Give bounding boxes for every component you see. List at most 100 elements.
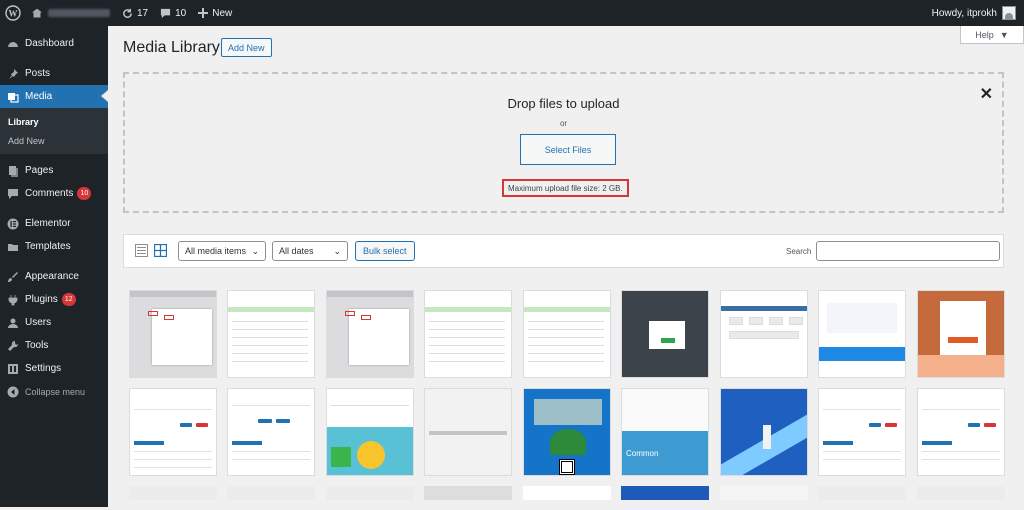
media-thumbnail[interactable] [917,486,1005,500]
menu-comments[interactable]: Comments 10 [0,182,108,205]
menu-tools[interactable]: Tools [0,334,108,357]
media-thumbnail[interactable] [326,290,414,378]
add-new-button[interactable]: Add New [221,38,272,57]
media-thumbnail[interactable] [424,290,512,378]
media-thumbnail[interactable] [129,486,217,500]
menu-label: Posts [25,68,51,79]
menu-users[interactable]: Users [0,311,108,334]
help-tab-button[interactable]: Help ▼ [960,26,1024,44]
admin-bar: W 17 10 New Howdy, itprokh [0,0,1024,26]
menu-label: Users [25,317,52,328]
menu-label: Comments [25,188,74,199]
media-thumbnail[interactable] [818,486,906,500]
menu-label: Appearance [25,271,79,282]
media-thumbnail[interactable] [523,388,611,476]
list-view-icon[interactable] [135,244,148,257]
media-thumbnail[interactable] [326,486,414,500]
upload-dropzone[interactable]: ✕ Drop files to upload or Select Files M… [123,72,1004,213]
menu-dashboard[interactable]: Dashboard [0,32,108,55]
my-account[interactable]: Howdy, itprokh [932,6,1024,20]
media-thumbnail[interactable] [818,388,906,476]
media-thumbnail[interactable] [720,388,808,476]
comment-icon [7,188,19,200]
plugins-badge: 12 [61,293,76,306]
help-label: Help [975,29,994,40]
site-name-blurred [48,9,110,17]
media-thumbnail[interactable] [227,388,315,476]
avatar [1002,6,1016,20]
plus-icon [198,8,209,18]
menu-pages[interactable]: Pages [0,159,108,182]
page-title: Media Library [123,39,220,56]
menu-settings[interactable]: Settings [0,357,108,380]
comments-count: 10 [175,7,187,19]
comment-bubble-icon [161,8,171,18]
menu-label: Dashboard [25,38,74,49]
new-label: New [212,7,233,19]
pin-icon [7,68,19,80]
bulk-select-button[interactable]: Bulk select [355,241,415,261]
menu-elementor[interactable]: Elementor [0,212,108,235]
settings-icon [7,363,19,375]
media-thumbnail[interactable] [720,486,808,500]
menu-posts[interactable]: Posts [0,62,108,85]
grid-view-icon[interactable] [154,244,167,257]
media-thumbnail[interactable] [227,290,315,378]
media-type-filter[interactable]: All media items ⌄ [178,241,266,261]
menu-appearance[interactable]: Appearance [0,265,108,288]
media-thumbnail[interactable] [129,388,217,476]
dashboard-icon [7,38,19,50]
search-input[interactable] [816,241,1000,261]
media-thumbnail[interactable] [621,290,709,378]
media-icon [7,91,19,103]
drop-files-text: Drop files to upload [507,96,620,111]
menu-plugins[interactable]: Plugins 12 [0,288,108,311]
media-thumbnail[interactable] [424,388,512,476]
menu-label: Plugins [25,294,58,305]
media-thumbnail[interactable] [424,486,512,500]
wordpress-logo-icon[interactable]: W [0,0,26,26]
refresh-icon [123,8,132,18]
submenu-add-new[interactable]: Add New [0,131,108,150]
updates-count: 17 [137,7,149,19]
brush-icon [7,271,19,283]
collapse-menu-button[interactable]: Collapse menu [0,380,108,403]
site-name-link[interactable] [26,0,116,26]
updates-link[interactable]: 17 [116,0,154,26]
media-thumbnail[interactable] [720,290,808,378]
media-thumbnail[interactable] [917,388,1005,476]
media-thumbnail[interactable]: Common [621,388,709,476]
comments-link[interactable]: 10 [154,0,192,26]
media-thumbnail[interactable] [523,486,611,500]
media-thumbnail[interactable] [621,486,709,500]
new-content-link[interactable]: New [192,0,238,26]
menu-label: Templates [25,241,71,252]
media-thumbnail[interactable] [129,290,217,378]
select-files-button[interactable]: Select Files [520,134,616,165]
submenu-library[interactable]: Library [0,112,108,131]
media-submenu: Library Add New [0,108,108,154]
media-toolbar: All media items ⌄ All dates ⌄ Bulk selec… [123,234,1004,268]
menu-label: Pages [25,165,54,176]
menu-media[interactable]: Media [0,85,108,108]
menu-label: Elementor [25,218,71,229]
plug-icon [7,294,19,306]
main-content: Help ▼ Media Library Add New ✕ Drop file… [108,26,1024,507]
media-thumbnail[interactable] [917,290,1005,378]
elementor-icon [7,218,19,230]
chevron-down-icon: ⌄ [333,245,341,256]
search-label: Search [786,247,812,256]
media-thumbnail[interactable] [326,388,414,476]
media-type-value: All media items [185,246,247,256]
menu-label: Tools [25,340,49,351]
date-filter[interactable]: All dates ⌄ [272,241,348,261]
media-thumbnail[interactable] [818,290,906,378]
media-thumbnail[interactable] [227,486,315,500]
collapse-label: Collapse menu [25,386,86,397]
comments-badge: 10 [77,187,92,200]
menu-templates[interactable]: Templates [0,235,108,258]
folder-icon [7,241,19,253]
date-filter-value: All dates [279,246,314,256]
media-thumbnail[interactable] [523,290,611,378]
user-icon [7,317,19,329]
